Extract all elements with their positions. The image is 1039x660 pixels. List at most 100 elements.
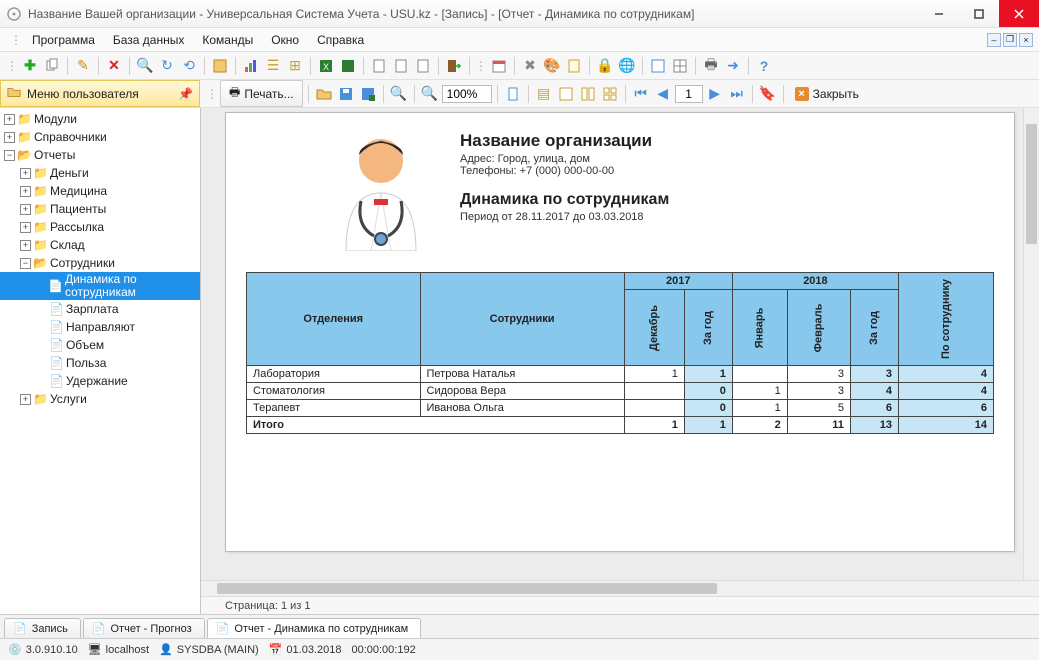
find-icon[interactable]: 🔍 (389, 84, 409, 104)
print-button[interactable]: 🖶 Печать... (220, 80, 303, 107)
menu-window[interactable]: Окно (263, 31, 307, 49)
tree-employees[interactable]: −📂Сотрудники (0, 254, 200, 272)
window-icon[interactable] (648, 56, 668, 76)
folder-icon: 📁 (33, 238, 48, 252)
tree-modules[interactable]: +📁Модули (0, 110, 200, 128)
zoom-input[interactable] (442, 85, 492, 103)
copy-icon[interactable] (42, 56, 62, 76)
calendar-icon[interactable] (489, 56, 509, 76)
note-icon[interactable] (564, 56, 584, 76)
tree-sprav[interactable]: +📁Справочники (0, 128, 200, 146)
app-icon (6, 6, 22, 22)
tree-patients[interactable]: +📁Пациенты (0, 200, 200, 218)
folder-icon: 📁 (33, 184, 48, 198)
nav-next-icon[interactable]: ▶ (705, 84, 725, 104)
close-report-button[interactable]: × Закрыть (789, 85, 865, 103)
globe-icon[interactable]: 🌐 (617, 56, 637, 76)
chart-icon[interactable] (241, 56, 261, 76)
export-excel-icon[interactable]: X (316, 56, 336, 76)
bookmark-icon[interactable]: 🔖 (758, 84, 778, 104)
tree-services[interactable]: +📁Услуги (0, 390, 200, 408)
save-excel-icon[interactable] (358, 84, 378, 104)
add-icon[interactable]: ✚ (20, 56, 40, 76)
nav-last-icon[interactable]: ⏭ (727, 84, 747, 104)
minimize-button[interactable] (919, 0, 959, 27)
svg-text:X: X (323, 62, 329, 72)
document-icon: 📄 (49, 374, 64, 388)
export-icon[interactable] (338, 56, 358, 76)
lock-icon[interactable]: 🔒 (595, 56, 615, 76)
tree-volume[interactable]: 📄Объем (0, 336, 200, 354)
page-input[interactable] (675, 85, 703, 103)
report-canvas[interactable]: Название организации Адрес: Город, улица… (201, 108, 1039, 580)
tree-icon[interactable]: ⊞ (285, 56, 305, 76)
navigation-tree[interactable]: +📁Модули +📁Справочники −📂Отчеты +📁Деньги… (0, 108, 201, 614)
tab-record[interactable]: 📄Запись (4, 618, 81, 638)
tree-benefit[interactable]: 📄Польза (0, 354, 200, 372)
menu-help[interactable]: Справка (309, 31, 372, 49)
tree-medicine[interactable]: +📁Медицина (0, 182, 200, 200)
open-icon[interactable] (314, 84, 334, 104)
tool1-icon[interactable] (210, 56, 230, 76)
col-y18: За год (850, 290, 898, 366)
menu-commands[interactable]: Команды (194, 31, 261, 49)
maximize-button[interactable] (959, 0, 999, 27)
forward-icon[interactable]: ➜ (723, 56, 743, 76)
palette-icon[interactable]: 🎨 (542, 56, 562, 76)
mdi-minimize-button[interactable]: – (987, 33, 1001, 47)
tab-current[interactable]: 📄Отчет - Динамика по сотрудникам (207, 618, 422, 638)
grid-icon[interactable] (670, 56, 690, 76)
print-icon[interactable]: 🖶 (701, 56, 721, 76)
nav-first-icon[interactable]: ⏮ (631, 84, 651, 104)
layout4-icon[interactable] (600, 84, 620, 104)
folder-open-icon: 📂 (17, 148, 32, 162)
search-icon[interactable]: 🔍 (135, 56, 155, 76)
delete-icon[interactable]: ✕ (104, 56, 124, 76)
help-icon[interactable]: ? (754, 56, 774, 76)
doc1-icon[interactable] (369, 56, 389, 76)
usermenu-header[interactable]: Меню пользователя 📌 (0, 80, 200, 107)
tree-salary[interactable]: 📄Зарплата (0, 300, 200, 318)
close-window-button[interactable] (999, 0, 1039, 27)
save-icon[interactable] (336, 84, 356, 104)
clear-filter-icon[interactable]: ⟲ (179, 56, 199, 76)
mdi-restore-button[interactable]: ❐ (1003, 33, 1017, 47)
list-icon[interactable]: ☰ (263, 56, 283, 76)
menu-program[interactable]: Программа (24, 31, 103, 49)
settings-icon[interactable]: ✖ (520, 56, 540, 76)
layout2-icon[interactable] (556, 84, 576, 104)
doc3-icon[interactable] (413, 56, 433, 76)
tree-reports[interactable]: −📂Отчеты (0, 146, 200, 164)
folder-icon: 📁 (33, 202, 48, 216)
col-dec: Декабрь (624, 290, 684, 366)
table-row: ЛабораторияПетрова Наталья 11 3 34 (247, 366, 994, 383)
horizontal-scrollbar[interactable] (201, 580, 1039, 596)
refresh-icon[interactable]: ↻ (157, 56, 177, 76)
tree-dynamics[interactable]: 📄Динамика по сотрудникам (0, 272, 200, 300)
exit-door-icon[interactable] (444, 56, 464, 76)
folder-icon: 📁 (17, 112, 32, 126)
tree-mailing[interactable]: +📁Рассылка (0, 218, 200, 236)
layout1-icon[interactable]: ▤ (534, 84, 554, 104)
pin-icon[interactable]: 📌 (178, 87, 193, 101)
doc2-icon[interactable] (391, 56, 411, 76)
mdi-close-button[interactable]: × (1019, 33, 1033, 47)
status-user: 👤SYSDBA (MAIN) (159, 643, 259, 656)
folder-icon: 📁 (33, 220, 48, 234)
fit-page-icon[interactable] (503, 84, 523, 104)
nav-prev-icon[interactable]: ◀ (653, 84, 673, 104)
edit-icon[interactable]: ✎ (73, 56, 93, 76)
vertical-scrollbar[interactable] (1023, 108, 1039, 596)
tree-refer[interactable]: 📄Направляют (0, 318, 200, 336)
tree-warehouse[interactable]: +📁Склад (0, 236, 200, 254)
table-total-row: Итого 11 211 1314 (247, 417, 994, 434)
layout3-icon[interactable] (578, 84, 598, 104)
folder-icon: 📁 (33, 392, 48, 406)
menu-database[interactable]: База данных (105, 31, 192, 49)
col-2017: 2017 (624, 273, 732, 290)
tree-retention[interactable]: 📄Удержание (0, 372, 200, 390)
tree-money[interactable]: +📁Деньги (0, 164, 200, 182)
zoom-icon[interactable]: 🔍 (420, 84, 440, 104)
tab-forecast[interactable]: 📄Отчет - Прогноз (83, 618, 205, 638)
document-tabs: 📄Запись 📄Отчет - Прогноз 📄Отчет - Динами… (0, 614, 1039, 638)
